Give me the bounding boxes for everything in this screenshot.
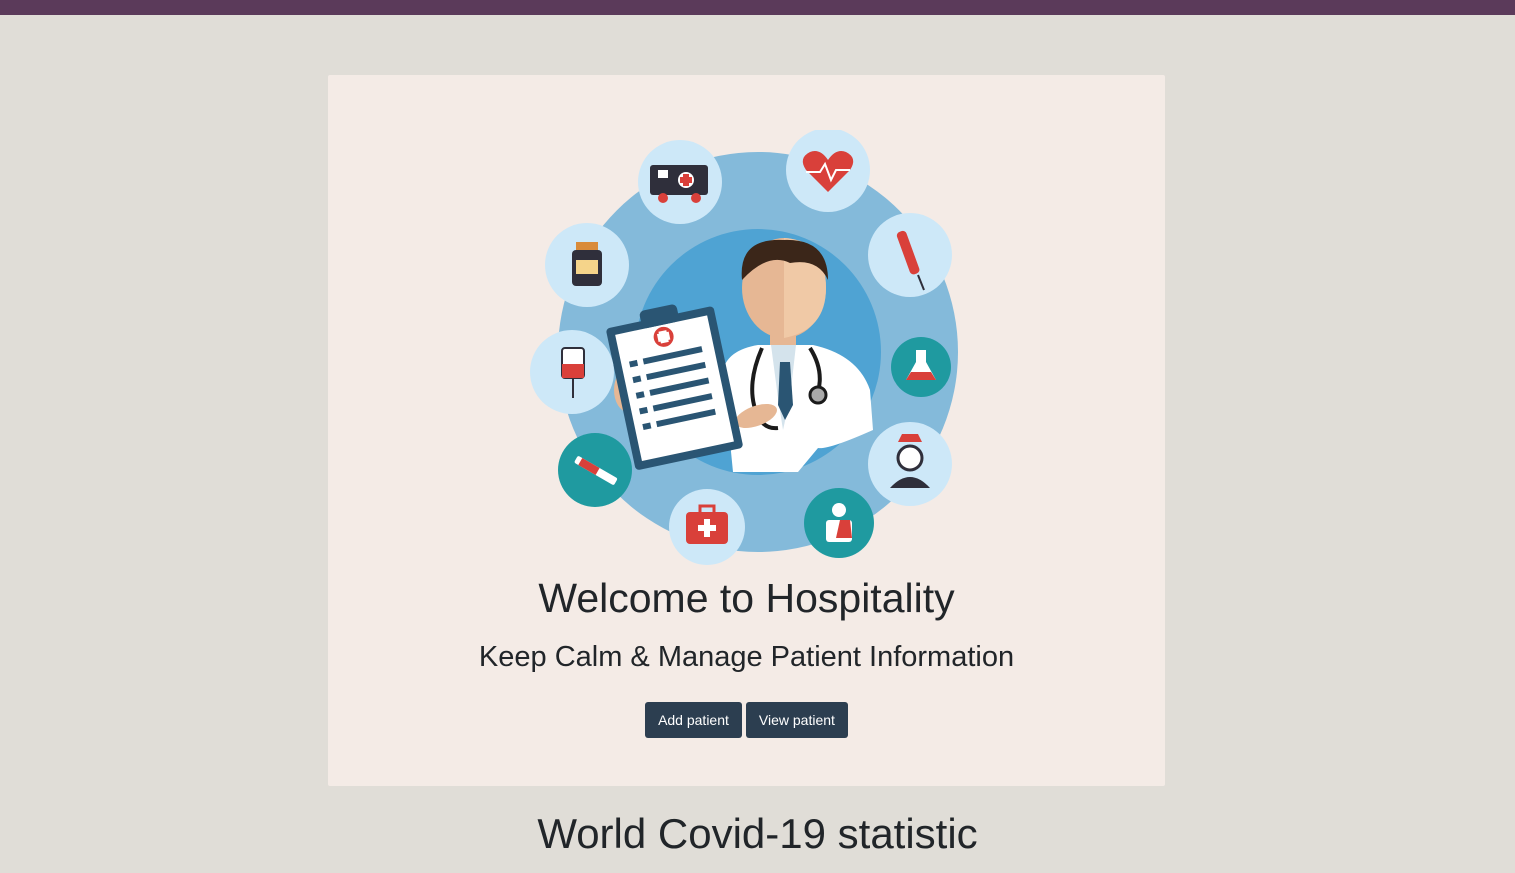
page-title: Welcome to Hospitality <box>538 575 955 621</box>
action-buttons: Add patient View patient <box>328 702 1165 738</box>
welcome-card: Welcome to Hospitality Keep Calm & Manag… <box>328 75 1165 786</box>
patient-icon <box>804 488 874 558</box>
iv-bag-icon <box>530 330 614 414</box>
page-subtitle: Keep Calm & Manage Patient Information <box>478 641 1015 673</box>
heart-pulse-icon <box>786 130 870 212</box>
syringe-icon <box>558 433 632 507</box>
pill-bottle-icon <box>545 223 629 307</box>
covid-statistic-heading: World Covid-19 statistic <box>537 810 978 857</box>
dropper-icon <box>868 213 952 297</box>
view-patient-button[interactable]: View patient <box>745 702 848 738</box>
flask-icon <box>891 337 951 397</box>
first-aid-kit-icon <box>669 489 745 565</box>
nurse-icon <box>868 422 952 506</box>
add-patient-button[interactable]: Add patient <box>645 702 742 738</box>
doctor-illustration <box>530 130 958 565</box>
top-nav-bar <box>0 0 1515 15</box>
ambulance-icon <box>638 140 722 224</box>
